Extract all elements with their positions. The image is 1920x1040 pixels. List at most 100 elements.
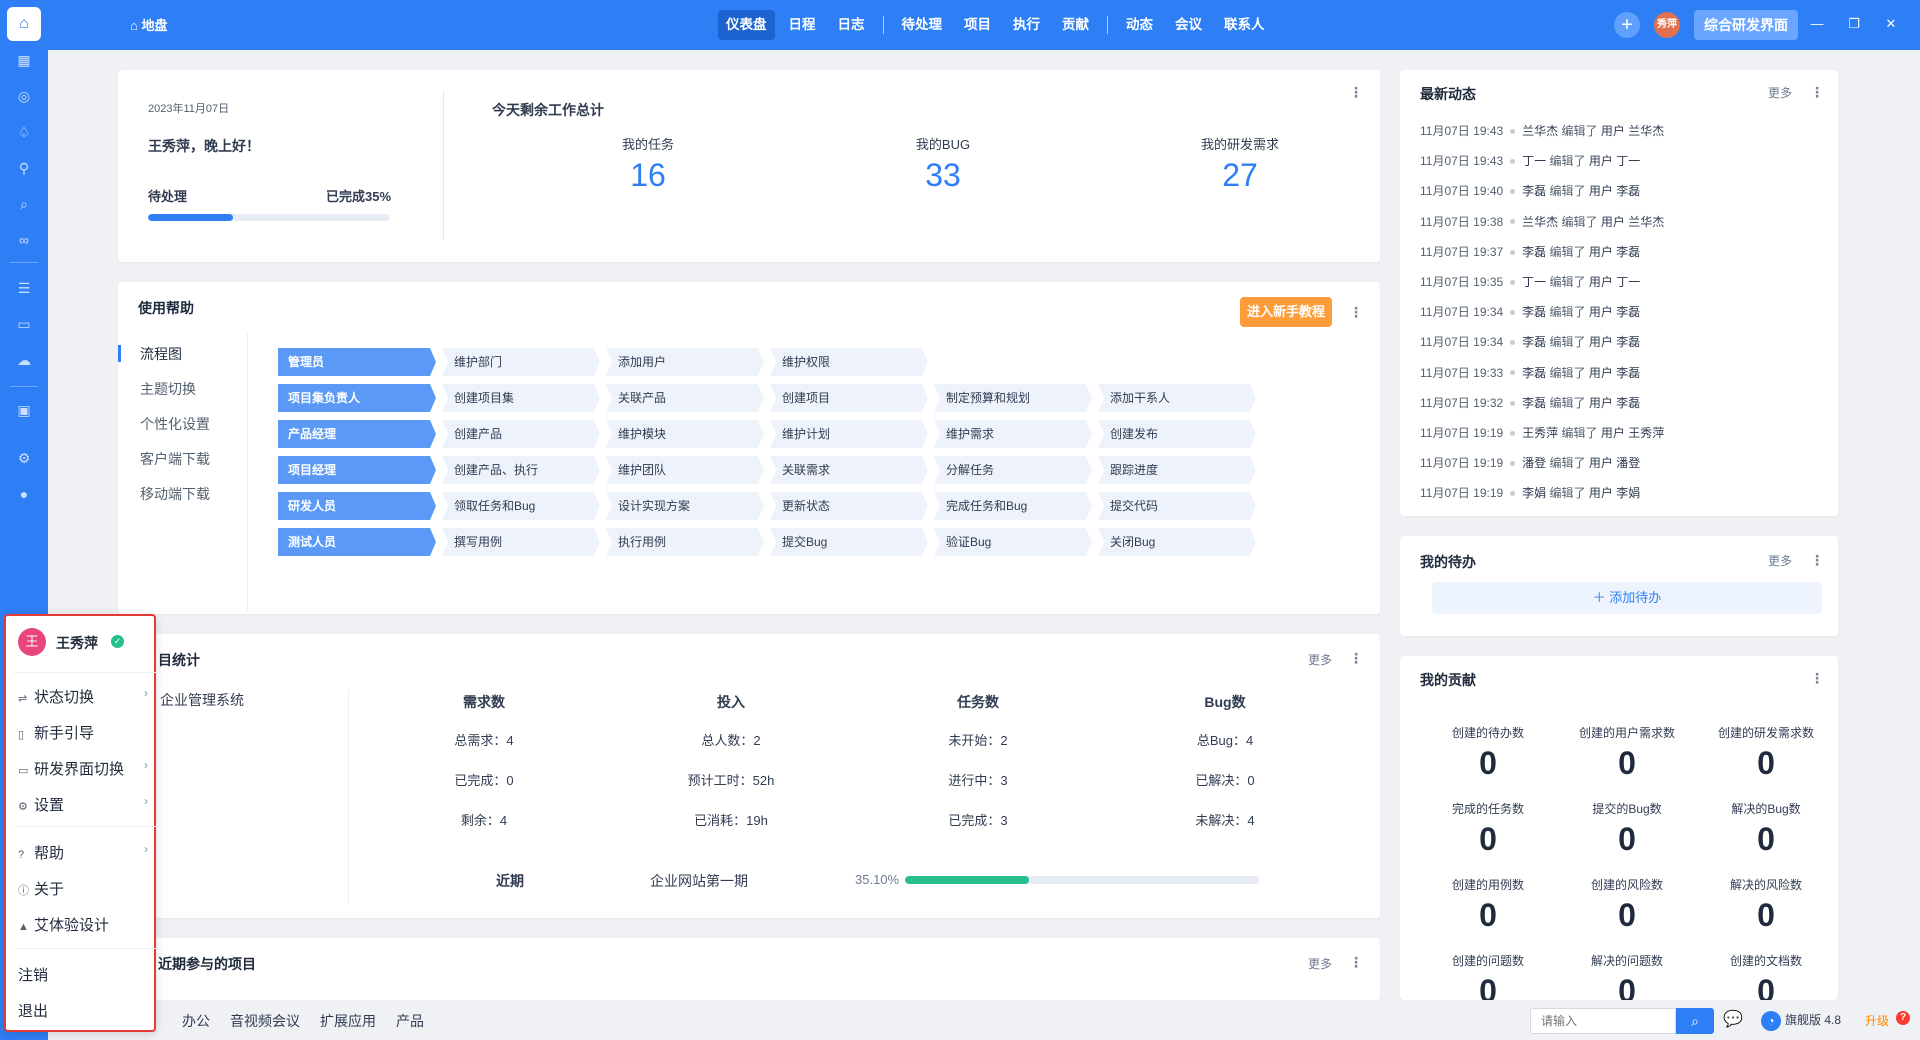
tab-dynamics[interactable]: 动态 xyxy=(1118,10,1161,40)
list-item[interactable]: 11月07日 19:40 李磊 编辑了 用户 李磊 xyxy=(1420,182,1640,202)
add-todo-button[interactable]: ＋ 添加待办 xyxy=(1432,582,1822,614)
search-icon[interactable]: ⌕ xyxy=(14,194,34,214)
stat-stories[interactable]: 我的研发需求 27 xyxy=(1160,134,1320,194)
list-item[interactable]: 11月07日 19:19 潘登 编辑了 用户 潘登 xyxy=(1420,454,1640,474)
search-input[interactable] xyxy=(1530,1008,1676,1034)
more-options-icon[interactable]: ⋮ xyxy=(1349,954,1363,971)
tab-todo[interactable]: 待处理 xyxy=(894,10,951,40)
screen-icon[interactable]: ▣ xyxy=(14,400,34,420)
location-icon[interactable]: ◎ xyxy=(14,86,34,106)
stat-tasks[interactable]: 我的任务 16 xyxy=(568,134,728,194)
flow-step[interactable]: 分解任务 xyxy=(934,456,1092,484)
flow-step[interactable]: 撰写用例 xyxy=(442,528,600,556)
help-nav-theme[interactable]: 主题切换 xyxy=(140,379,196,399)
menu-item-help[interactable]: ? 帮助 › xyxy=(18,842,154,863)
flow-step[interactable]: 关闭Bug xyxy=(1098,528,1256,556)
list-item[interactable]: 11月07日 19:43 兰华杰 编辑了 用户 兰华杰 xyxy=(1420,122,1664,142)
tab-execution[interactable]: 执行 xyxy=(1005,10,1048,40)
flow-step[interactable]: 维护权限 xyxy=(770,348,928,376)
more-options-icon[interactable]: ⋮ xyxy=(1349,84,1363,101)
more-link[interactable]: 更多 xyxy=(1768,552,1792,569)
list-item[interactable]: 11月07日 19:34 李磊 编辑了 用户 李磊 xyxy=(1420,333,1640,353)
flow-step[interactable]: 更新状态 xyxy=(770,492,928,520)
apps-icon[interactable]: ▦ xyxy=(14,50,34,70)
list-item[interactable]: 11月07日 19:37 李磊 编辑了 用户 李磊 xyxy=(1420,243,1640,263)
bottom-item-extensions[interactable]: 扩展应用 xyxy=(320,1011,376,1031)
flow-step[interactable]: 创建产品 xyxy=(442,420,600,448)
flow-step[interactable]: 完成任务和Bug xyxy=(934,492,1092,520)
create-plus-icon[interactable]: + xyxy=(1614,12,1640,38)
list-item[interactable]: 11月07日 19:35 丁一 编辑了 用户 丁一 xyxy=(1420,273,1640,293)
interface-switch-button[interactable]: 综合研发界面 xyxy=(1694,10,1798,40)
more-options-icon[interactable]: ⋮ xyxy=(1810,84,1824,101)
flow-step[interactable]: 创建项目 xyxy=(770,384,928,412)
tab-contacts[interactable]: 联系人 xyxy=(1216,10,1273,40)
flow-step[interactable]: 创建产品、执行 xyxy=(442,456,600,484)
minimize-icon[interactable]: — xyxy=(1808,16,1826,31)
infinity-icon[interactable]: ∞ xyxy=(14,230,34,250)
tab-log[interactable]: 日志 xyxy=(830,10,873,40)
list-item[interactable]: 11月07日 19:19 李娟 编辑了 用户 李娟 xyxy=(1420,484,1640,504)
flow-step[interactable]: 维护模块 xyxy=(606,420,764,448)
flow-step[interactable]: 维护需求 xyxy=(934,420,1092,448)
flow-role[interactable]: 项目经理 xyxy=(278,456,436,484)
flow-role[interactable]: 产品经理 xyxy=(278,420,436,448)
flow-step[interactable]: 关联需求 xyxy=(770,456,928,484)
bottom-item-office[interactable]: 办公 xyxy=(182,1011,210,1031)
more-link[interactable]: 更多 xyxy=(1768,84,1792,101)
menu-item-logout[interactable]: 注销 xyxy=(18,964,154,985)
flow-step[interactable]: 验证Bug xyxy=(934,528,1092,556)
list-item[interactable]: 11月07日 19:32 李磊 编辑了 用户 李磊 xyxy=(1420,394,1640,414)
flow-step[interactable]: 添加用户 xyxy=(606,348,764,376)
workspace-link[interactable]: ⌂ 地盘 xyxy=(130,15,167,34)
recent-project-name[interactable]: 企业网站第一期 xyxy=(650,871,748,891)
flow-step[interactable]: 跟踪进度 xyxy=(1098,456,1256,484)
tab-dashboard[interactable]: 仪表盘 xyxy=(718,10,775,40)
tab-contribution[interactable]: 贡献 xyxy=(1054,10,1097,40)
tab-meeting[interactable]: 会议 xyxy=(1167,10,1210,40)
monitor-icon[interactable]: ▭ xyxy=(14,314,34,334)
list-item[interactable]: 11月07日 19:38 兰华杰 编辑了 用户 兰华杰 xyxy=(1420,213,1664,233)
flow-step[interactable]: 设计实现方案 xyxy=(606,492,764,520)
avatar[interactable]: 秀萍 xyxy=(1654,12,1680,38)
bell-icon[interactable]: ♤ xyxy=(14,122,34,142)
project-name[interactable]: 企业管理系统 xyxy=(160,690,244,710)
flow-step[interactable]: 添加干系人 xyxy=(1098,384,1256,412)
close-icon[interactable]: ✕ xyxy=(1882,16,1900,32)
more-options-icon[interactable]: ⋮ xyxy=(1349,650,1363,667)
help-nav-flowchart[interactable]: 流程图 xyxy=(140,344,182,364)
flow-step[interactable]: 制定预算和规划 xyxy=(934,384,1092,412)
flow-step[interactable]: 维护部门 xyxy=(442,348,600,376)
flow-role[interactable]: 测试人员 xyxy=(278,528,436,556)
more-link[interactable]: 更多 xyxy=(1308,955,1332,972)
help-badge[interactable]: ? xyxy=(1896,1011,1910,1025)
run-icon[interactable]: ⚲ xyxy=(14,158,34,178)
more-options-icon[interactable]: ⋮ xyxy=(1810,552,1824,569)
flow-role[interactable]: 管理员 xyxy=(278,348,436,376)
flow-step[interactable]: 执行用例 xyxy=(606,528,764,556)
flow-role[interactable]: 项目集负责人 xyxy=(278,384,436,412)
tutorial-button[interactable]: 进入新手教程 xyxy=(1240,297,1333,327)
menu-item-about[interactable]: ⓘ 关于 xyxy=(18,878,154,899)
help-nav-personalize[interactable]: 个性化设置 xyxy=(140,414,210,434)
menu-item-guide[interactable]: ▯ 新手引导 xyxy=(18,722,154,743)
flow-step[interactable]: 创建项目集 xyxy=(442,384,600,412)
upgrade-link[interactable]: 升级 xyxy=(1865,1012,1889,1029)
menu-item-interface-switch[interactable]: ▭ 研发界面切换 › xyxy=(18,758,154,779)
flow-step[interactable]: 创建发布 xyxy=(1098,420,1256,448)
list-item[interactable]: 11月07日 19:34 李磊 编辑了 用户 李磊 xyxy=(1420,303,1640,323)
list-item[interactable]: 11月07日 19:33 李磊 编辑了 用户 李磊 xyxy=(1420,364,1640,384)
restore-icon[interactable]: ❐ xyxy=(1845,16,1863,32)
flow-step[interactable]: 维护计划 xyxy=(770,420,928,448)
menu-item-exit[interactable]: 退出 xyxy=(18,1000,154,1021)
bulb-icon[interactable]: ● xyxy=(14,484,34,504)
menu-item-brand[interactable]: ▲ 艾体验设计 xyxy=(18,914,154,935)
more-options-icon[interactable]: ⋮ xyxy=(1810,670,1824,687)
help-nav-mobile-download[interactable]: 移动端下载 xyxy=(140,484,210,504)
flow-step[interactable]: 领取任务和Bug xyxy=(442,492,600,520)
list-item[interactable]: 11月07日 19:19 王秀萍 编辑了 用户 王秀萍 xyxy=(1420,424,1664,444)
tab-calendar[interactable]: 日程 xyxy=(781,10,824,40)
menu-item-settings[interactable]: ⚙ 设置 › xyxy=(18,794,154,815)
flow-role[interactable]: 研发人员 xyxy=(278,492,436,520)
search-button[interactable]: ⌕ xyxy=(1676,1008,1714,1034)
